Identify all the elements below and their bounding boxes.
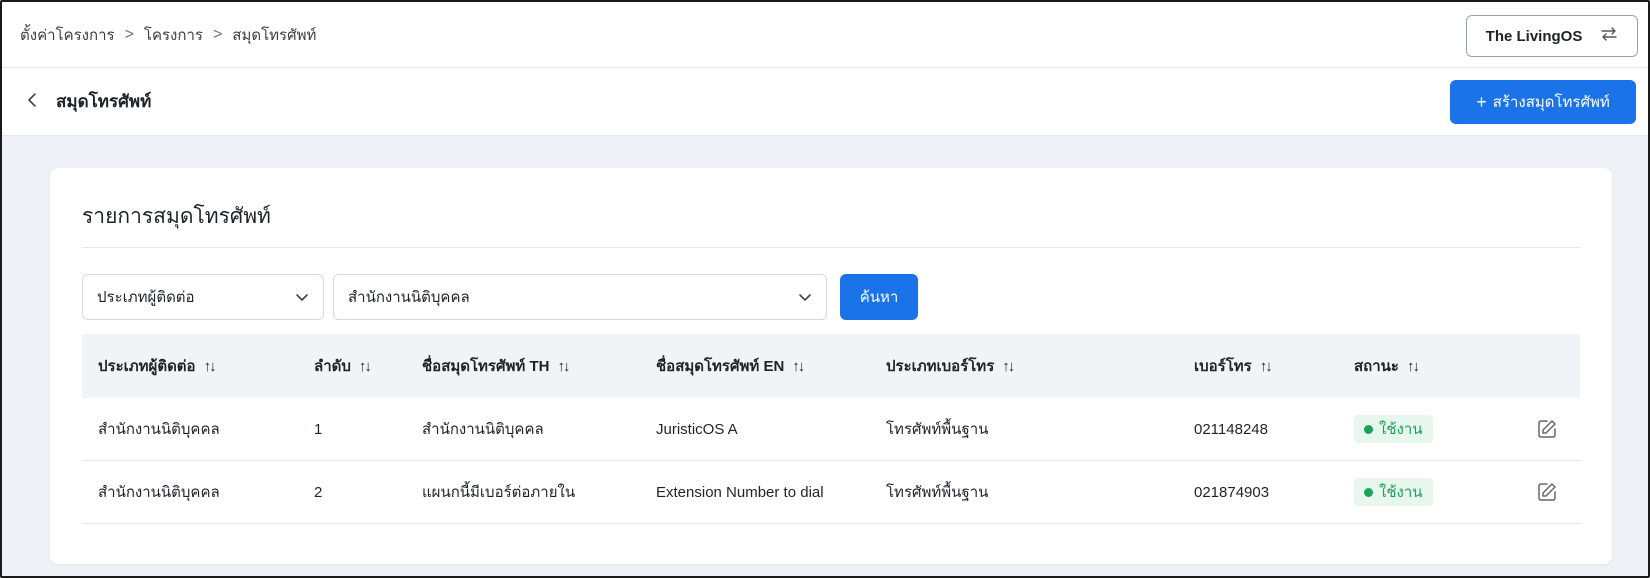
department-select[interactable]: สำนักงานนิติบุคคล	[333, 274, 827, 320]
create-phonebook-label: สร้างสมุดโทรศัพท์	[1492, 94, 1610, 111]
cell-contact-type: สำนักงานนิติบุคคล	[98, 421, 220, 438]
column-header-phone-type: ประเภทเบอร์โทร ↑↓	[886, 354, 1194, 378]
phonebook-list-card: รายการสมุดโทรศัพท์ ประเภทผู้ติดต่อ สำนัก…	[50, 168, 1612, 564]
cell-actions	[1514, 481, 1580, 503]
sort-icon[interactable]: ↑↓	[359, 358, 372, 375]
breadcrumb-separator: >	[124, 25, 134, 43]
page-header: สมุดโทรศัพท์ + สร้างสมุดโทรศัพท์	[2, 68, 1648, 136]
top-bar: ตั้งค่าโครงการ > โครงการ > สมุดโทรศัพท์ …	[2, 2, 1648, 68]
cell-phone: 021874903	[1194, 483, 1270, 501]
card-divider	[82, 247, 1580, 248]
column-label: ชื่อสมุดโทรศัพท์ TH	[422, 358, 550, 375]
sort-icon[interactable]: ↑↓	[1407, 358, 1420, 375]
cell-contact-type: สำนักงานนิติบุคคล	[98, 484, 220, 501]
cell-order: 1	[314, 420, 323, 438]
cell-status: ใช้งาน	[1354, 478, 1514, 506]
cell-name-th: แผนกนี้มีเบอร์ต่อภายใน	[422, 484, 576, 501]
breadcrumb-item-project[interactable]: โครงการ	[144, 23, 203, 47]
column-label: เบอร์โทร	[1194, 358, 1252, 375]
breadcrumb-separator: >	[212, 25, 223, 43]
chevron-down-icon	[295, 293, 309, 302]
edit-icon[interactable]	[1536, 481, 1558, 503]
cell-actions	[1514, 418, 1580, 440]
cell-status: ใช้งาน	[1354, 415, 1514, 443]
status-badge: ใช้งาน	[1354, 415, 1433, 443]
contact-type-select[interactable]: ประเภทผู้ติดต่อ	[82, 274, 324, 320]
breadcrumb-item-phonebook: สมุดโทรศัพท์	[232, 26, 317, 44]
column-label: ชื่อสมุดโทรศัพท์ EN	[656, 358, 785, 375]
breadcrumb-item-project-settings[interactable]: ตั้งค่าโครงการ	[20, 23, 115, 47]
column-label: ประเภทเบอร์โทร	[886, 358, 995, 375]
column-header-contact-type: ประเภทผู้ติดต่อ ↑↓	[82, 354, 314, 378]
column-label: สถานะ	[1354, 358, 1399, 375]
cell-phone-type: โทรศัพท์พื้นฐาน	[886, 484, 989, 501]
project-name: The LivingOS	[1485, 27, 1583, 45]
department-select-value: สำนักงานนิติบุคคล	[348, 289, 470, 306]
cell-phone: 021148248	[1194, 420, 1268, 438]
cell-order: 2	[314, 483, 323, 501]
project-switcher-button[interactable]: The LivingOS	[1466, 15, 1638, 57]
create-phonebook-button[interactable]: + สร้างสมุดโทรศัพท์	[1450, 80, 1636, 124]
chevron-down-icon	[798, 293, 812, 302]
column-header-phone: เบอร์โทร ↑↓	[1194, 354, 1354, 378]
status-dot-icon	[1364, 424, 1373, 434]
sort-icon[interactable]: ↑↓	[557, 358, 570, 375]
cell-phone-type: โทรศัพท์พื้นฐาน	[886, 421, 989, 438]
table-header-row: ประเภทผู้ติดต่อ ↑↓ ลำดับ ↑↓ ชื่อสมุดโทรศัพ…	[82, 334, 1580, 398]
cell-name-en: Extension Number to dial	[656, 483, 824, 501]
status-badge: ใช้งาน	[1354, 478, 1433, 506]
column-header-status: สถานะ ↑↓	[1354, 354, 1514, 378]
sort-icon[interactable]: ↑↓	[792, 358, 805, 375]
sort-icon[interactable]: ↑↓	[1002, 358, 1015, 375]
phonebook-table: ประเภทผู้ติดต่อ ↑↓ ลำดับ ↑↓ ชื่อสมุดโทรศัพ…	[82, 334, 1580, 524]
column-label: ประเภทผู้ติดต่อ	[98, 358, 196, 375]
card-title: รายการสมุดโทรศัพท์	[82, 205, 271, 228]
table-row: สำนักงานนิติบุคคล 2 แผนกนี้มีเบอร์ต่อภาย…	[82, 461, 1580, 524]
swap-icon	[1600, 26, 1618, 47]
column-header-order: ลำดับ ↑↓	[314, 354, 422, 378]
plus-icon: +	[1476, 91, 1487, 112]
table-row: สำนักงานนิติบุคคล 1 สำนักงานนิติบุคคล Ju…	[82, 398, 1580, 461]
breadcrumb: ตั้งค่าโครงการ > โครงการ > สมุดโทรศัพท์	[20, 23, 316, 47]
cell-name-en: JuristicOS A	[656, 420, 738, 438]
page-title: สมุดโทรศัพท์	[56, 92, 152, 111]
sort-icon[interactable]: ↑↓	[204, 358, 217, 375]
edit-icon[interactable]	[1536, 418, 1558, 440]
app-window: ตั้งค่าโครงการ > โครงการ > สมุดโทรศัพท์ …	[0, 0, 1650, 578]
chevron-left-icon[interactable]	[26, 91, 38, 113]
cell-name-th: สำนักงานนิติบุคคล	[422, 421, 544, 438]
column-label: ลำดับ	[314, 358, 351, 375]
search-button[interactable]: ค้นหา	[840, 274, 918, 320]
column-header-name-en: ชื่อสมุดโทรศัพท์ EN ↑↓	[656, 354, 886, 378]
contact-type-select-value: ประเภทผู้ติดต่อ	[97, 289, 195, 306]
column-header-name-th: ชื่อสมุดโทรศัพท์ TH ↑↓	[422, 354, 656, 378]
status-label: ใช้งาน	[1379, 484, 1423, 501]
sort-icon[interactable]: ↑↓	[1260, 358, 1273, 375]
status-label: ใช้งาน	[1379, 421, 1423, 438]
status-dot-icon	[1364, 487, 1373, 497]
